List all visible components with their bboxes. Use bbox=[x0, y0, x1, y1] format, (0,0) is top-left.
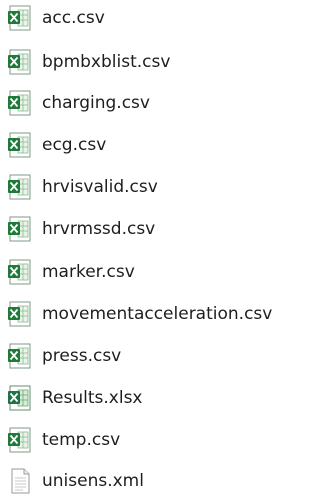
excel-csv-icon bbox=[8, 5, 31, 31]
file-name: charging.csv bbox=[42, 93, 150, 113]
excel-csv-icon bbox=[8, 259, 31, 285]
excel-csv-icon bbox=[8, 343, 31, 369]
file-item-hrvisvalid-csv[interactable]: hrvisvalid.csv bbox=[6, 173, 158, 201]
excel-csv-icon bbox=[8, 90, 31, 116]
excel-csv-icon bbox=[8, 427, 31, 453]
file-name: hrvrmssd.csv bbox=[42, 219, 156, 239]
file-item-marker-csv[interactable]: marker.csv bbox=[6, 258, 135, 286]
file-item-bpmbxblist-csv[interactable]: bpmbxblist.csv bbox=[6, 48, 170, 76]
excel-csv-icon bbox=[8, 174, 31, 200]
file-name: unisens.xml bbox=[42, 471, 144, 491]
file-item-movementacceleration-csv[interactable]: movementacceleration.csv bbox=[6, 300, 272, 328]
excel-csv-icon bbox=[8, 216, 31, 242]
file-item-unisens-xml[interactable]: unisens.xml bbox=[6, 467, 144, 495]
file-name: hrvisvalid.csv bbox=[42, 177, 158, 197]
excel-csv-icon bbox=[8, 301, 31, 327]
file-name: bpmbxblist.csv bbox=[42, 52, 171, 72]
file-item-charging-csv[interactable]: charging.csv bbox=[6, 89, 150, 117]
file-item-press-csv[interactable]: press.csv bbox=[6, 342, 121, 370]
file-item-acc-csv[interactable]: acc.csv bbox=[6, 4, 105, 32]
file-name: movementacceleration.csv bbox=[42, 304, 273, 324]
file-name: press.csv bbox=[42, 346, 122, 366]
file-name: ecg.csv bbox=[42, 135, 107, 155]
file-item-temp-csv[interactable]: temp.csv bbox=[6, 426, 120, 454]
file-name: Results.xlsx bbox=[42, 388, 143, 408]
file-item-results-xlsx[interactable]: Results.xlsx bbox=[6, 384, 143, 412]
excel-workbook-icon bbox=[8, 385, 31, 411]
file-name: marker.csv bbox=[42, 262, 135, 282]
xml-document-icon bbox=[11, 468, 30, 494]
file-name: temp.csv bbox=[42, 430, 121, 450]
excel-csv-icon bbox=[8, 49, 31, 75]
file-item-ecg-csv[interactable]: ecg.csv bbox=[6, 131, 106, 159]
excel-csv-icon bbox=[8, 132, 31, 158]
file-name: acc.csv bbox=[42, 8, 105, 28]
file-item-hrvrmssd-csv[interactable]: hrvrmssd.csv bbox=[6, 215, 155, 243]
